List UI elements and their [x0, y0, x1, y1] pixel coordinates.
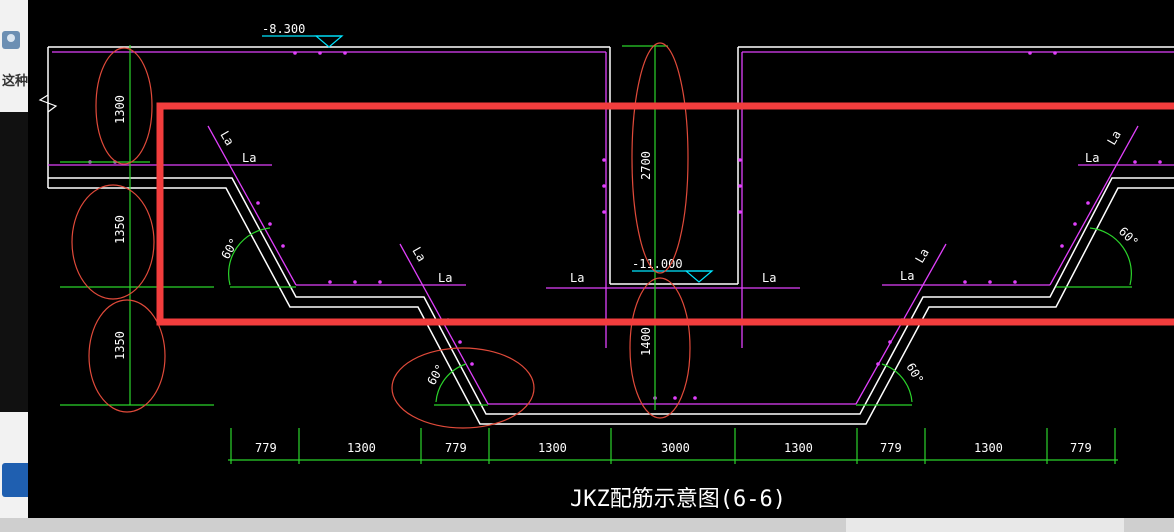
bottom-dim-label: 1300: [347, 441, 376, 455]
bottom-tab[interactable]: [846, 518, 1124, 532]
red-annotation-ellipses: [71, 42, 691, 429]
anchor-label: La: [438, 271, 452, 285]
angle-label: 60°: [218, 236, 241, 262]
anchor-label: La: [409, 245, 428, 265]
rebar-diagram: -8.300 -11.000 La La La La La La La La L…: [38, 22, 1174, 512]
diagram-labels: -8.300 -11.000 La La La La La La La La L…: [113, 22, 1141, 512]
left-sidebar: 这种: [0, 0, 30, 532]
angle-label: 60°: [1116, 224, 1141, 249]
elevation-mid-label: -11.000: [632, 257, 683, 271]
vert-dim-label: 1300: [113, 95, 127, 124]
bottom-dim-label: 1300: [974, 441, 1003, 455]
sidebar-blue-button[interactable]: [2, 463, 28, 497]
anchor-label: La: [912, 246, 931, 266]
bottom-dim-label: 779: [880, 441, 902, 455]
bottom-dim-label: 779: [1070, 441, 1092, 455]
anchor-label: La: [217, 129, 236, 149]
bottom-dim-label: 3000: [661, 441, 690, 455]
vert-dim-label: 1350: [113, 331, 127, 360]
vert-dim-label: 1350: [113, 215, 127, 244]
anchor-label: La: [1085, 151, 1099, 165]
bottom-dim-label: 1300: [784, 441, 813, 455]
anchor-label: La: [900, 269, 914, 283]
highlight-box: [156, 102, 1174, 326]
anchor-label: La: [242, 151, 256, 165]
avatar-icon[interactable]: [2, 31, 20, 49]
column-dim-label: 2700: [639, 151, 653, 180]
anchor-label: La: [570, 271, 584, 285]
bottom-dim-label: 1300: [538, 441, 567, 455]
bottom-dim-label: 779: [445, 441, 467, 455]
column-dim-label: 1400: [639, 327, 653, 356]
sidebar-text: 这种: [2, 74, 29, 89]
elevation-top-label: -8.300: [262, 22, 305, 36]
bottom-dim-label: 779: [255, 441, 277, 455]
angle-label: 60°: [903, 361, 926, 387]
sidebar-dark-panel: [0, 112, 30, 412]
anchor-label: La: [1104, 128, 1123, 148]
diagram-title: JKZ配筋示意图(6-6): [570, 487, 786, 512]
angle-label: 60°: [424, 362, 447, 388]
anchor-label: La: [762, 271, 776, 285]
cad-drawing-canvas: -8.300 -11.000 La La La La La La La La L…: [28, 0, 1174, 518]
